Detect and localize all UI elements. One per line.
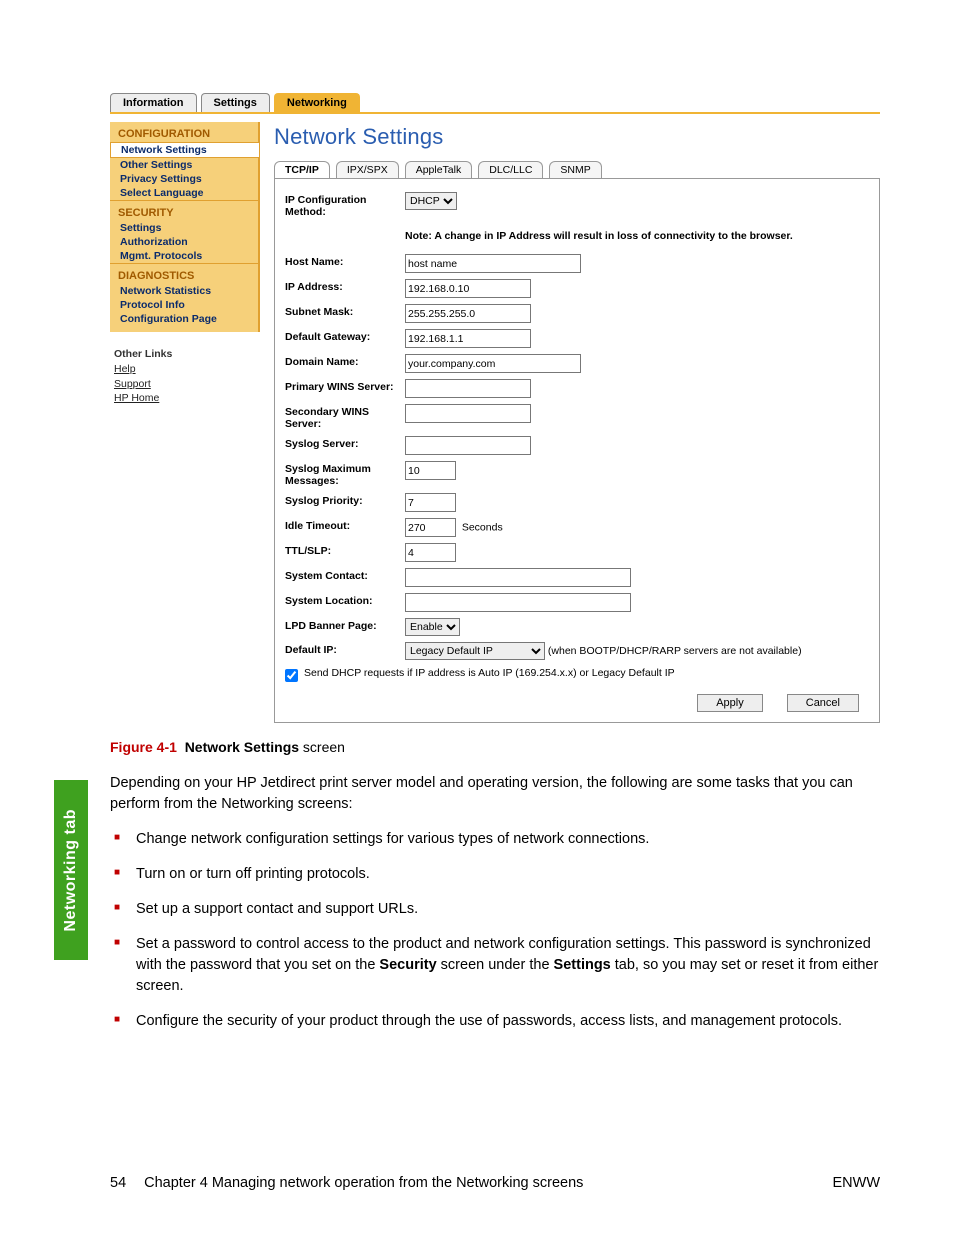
input-ttl[interactable]	[405, 543, 456, 562]
label-mask: Subnet Mask:	[285, 304, 405, 318]
bullet-5: Configure the security of your product t…	[110, 1011, 880, 1046]
subtab-dlcllc[interactable]: DLC/LLC	[478, 161, 543, 178]
input-mask[interactable]	[405, 304, 531, 323]
chapter-title: Chapter 4 Managing network operation fro…	[144, 1175, 583, 1191]
input-syslogmax[interactable]	[405, 461, 456, 480]
footer-right: ENWW	[832, 1175, 880, 1191]
defip-hint: (when BOOTP/DHCP/RARP servers are not av…	[548, 645, 802, 657]
input-syslog[interactable]	[405, 436, 531, 455]
input-idle[interactable]	[405, 518, 456, 537]
idle-unit: Seconds	[462, 522, 503, 534]
input-gateway[interactable]	[405, 329, 531, 348]
label-defip: Default IP:	[285, 642, 405, 656]
sidebar-section-configuration: CONFIGURATION	[110, 122, 258, 142]
label-ip-config: IP Configuration Method:	[285, 192, 405, 218]
label-ip: IP Address:	[285, 279, 405, 293]
intro-paragraph: Depending on your HP Jetdirect print ser…	[110, 773, 880, 815]
sidebar-item-other-settings[interactable]: Other Settings	[110, 158, 258, 172]
label-host: Host Name:	[285, 254, 405, 268]
label-lpd: LPD Banner Page:	[285, 618, 405, 632]
sidebar-item-select-language[interactable]: Select Language	[110, 186, 258, 200]
ip-change-note: Note: A change in IP Address will result…	[405, 224, 869, 248]
subtab-tcpip[interactable]: TCP/IP	[274, 161, 330, 178]
input-ip[interactable]	[405, 279, 531, 298]
input-contact[interactable]	[405, 568, 631, 587]
subtab-appletalk[interactable]: AppleTalk	[405, 161, 473, 178]
sidebar-item-network-statistics[interactable]: Network Statistics	[110, 284, 258, 298]
figure-caption: Figure 4-1 Network Settings screen	[110, 739, 880, 755]
bullet-2: Turn on or turn off printing protocols.	[110, 864, 880, 899]
label-domain: Domain Name:	[285, 354, 405, 368]
select-defip[interactable]: Legacy Default IP	[405, 642, 545, 660]
sidebar-item-authorization[interactable]: Authorization	[110, 235, 258, 249]
select-lpd[interactable]: Enable	[405, 618, 460, 636]
label-idle: Idle Timeout:	[285, 518, 405, 532]
input-swins[interactable]	[405, 404, 531, 423]
side-tab: Networking tab	[54, 780, 88, 960]
checkbox-send-dhcp[interactable]	[285, 669, 298, 682]
label-syslogmax: Syslog Maximum Messages:	[285, 461, 405, 487]
apply-button[interactable]: Apply	[697, 694, 763, 712]
sidebar-item-privacy-settings[interactable]: Privacy Settings	[110, 172, 258, 186]
sidebar-item-configuration-page[interactable]: Configuration Page	[110, 312, 258, 326]
sidebar-section-security: SECURITY	[110, 200, 258, 221]
link-hp-home[interactable]: HP Home	[114, 391, 260, 406]
link-help[interactable]: Help	[114, 362, 260, 377]
label-syslog: Syslog Server:	[285, 436, 405, 450]
label-location: System Location:	[285, 593, 405, 607]
bullet-3: Set up a support contact and support URL…	[110, 899, 880, 934]
other-links-title: Other Links	[114, 348, 260, 360]
label-gateway: Default Gateway:	[285, 329, 405, 343]
page-title: Network Settings	[274, 124, 880, 150]
bullet-1: Change network configuration settings fo…	[110, 829, 880, 864]
cancel-button[interactable]: Cancel	[787, 694, 859, 712]
top-tab-bar: Information Settings Networking	[110, 88, 880, 114]
label-swins: Secondary WINS Server:	[285, 404, 405, 430]
sidebar-item-protocol-info[interactable]: Protocol Info	[110, 298, 258, 312]
input-host[interactable]	[405, 254, 581, 273]
label-syslogpri: Syslog Priority:	[285, 493, 405, 507]
tcpip-form: IP Configuration Method: DHCP Note: A ch…	[274, 179, 880, 723]
input-pwins[interactable]	[405, 379, 531, 398]
tab-networking[interactable]: Networking	[274, 93, 360, 112]
sidebar-section-diagnostics: DIAGNOSTICS	[110, 263, 258, 284]
sidebar-item-mgmt-protocols[interactable]: Mgmt. Protocols	[110, 249, 258, 263]
page-footer: 54 Chapter 4 Managing network operation f…	[110, 1175, 880, 1191]
link-support[interactable]: Support	[114, 377, 260, 392]
subtab-ipxspx[interactable]: IPX/SPX	[336, 161, 399, 178]
input-domain[interactable]	[405, 354, 581, 373]
page-number: 54	[110, 1175, 126, 1191]
checkbox-send-dhcp-label: Send DHCP requests if IP address is Auto…	[304, 667, 675, 679]
subtab-snmp[interactable]: SNMP	[549, 161, 601, 178]
sidebar: CONFIGURATION Network Settings Other Set…	[110, 122, 260, 723]
tab-information[interactable]: Information	[110, 93, 197, 112]
select-ip-config[interactable]: DHCP	[405, 192, 457, 210]
tab-settings[interactable]: Settings	[201, 93, 270, 112]
input-syslogpri[interactable]	[405, 493, 456, 512]
label-ttl: TTL/SLP:	[285, 543, 405, 557]
sidebar-item-network-settings[interactable]: Network Settings	[110, 142, 259, 158]
sub-tab-bar: TCP/IP IPX/SPX AppleTalk DLC/LLC SNMP	[274, 158, 880, 179]
input-location[interactable]	[405, 593, 631, 612]
label-pwins: Primary WINS Server:	[285, 379, 405, 393]
label-contact: System Contact:	[285, 568, 405, 582]
sidebar-item-security-settings[interactable]: Settings	[110, 221, 258, 235]
bullet-4: Set a password to control access to the …	[110, 934, 880, 1011]
task-list: Change network configuration settings fo…	[110, 829, 880, 1046]
